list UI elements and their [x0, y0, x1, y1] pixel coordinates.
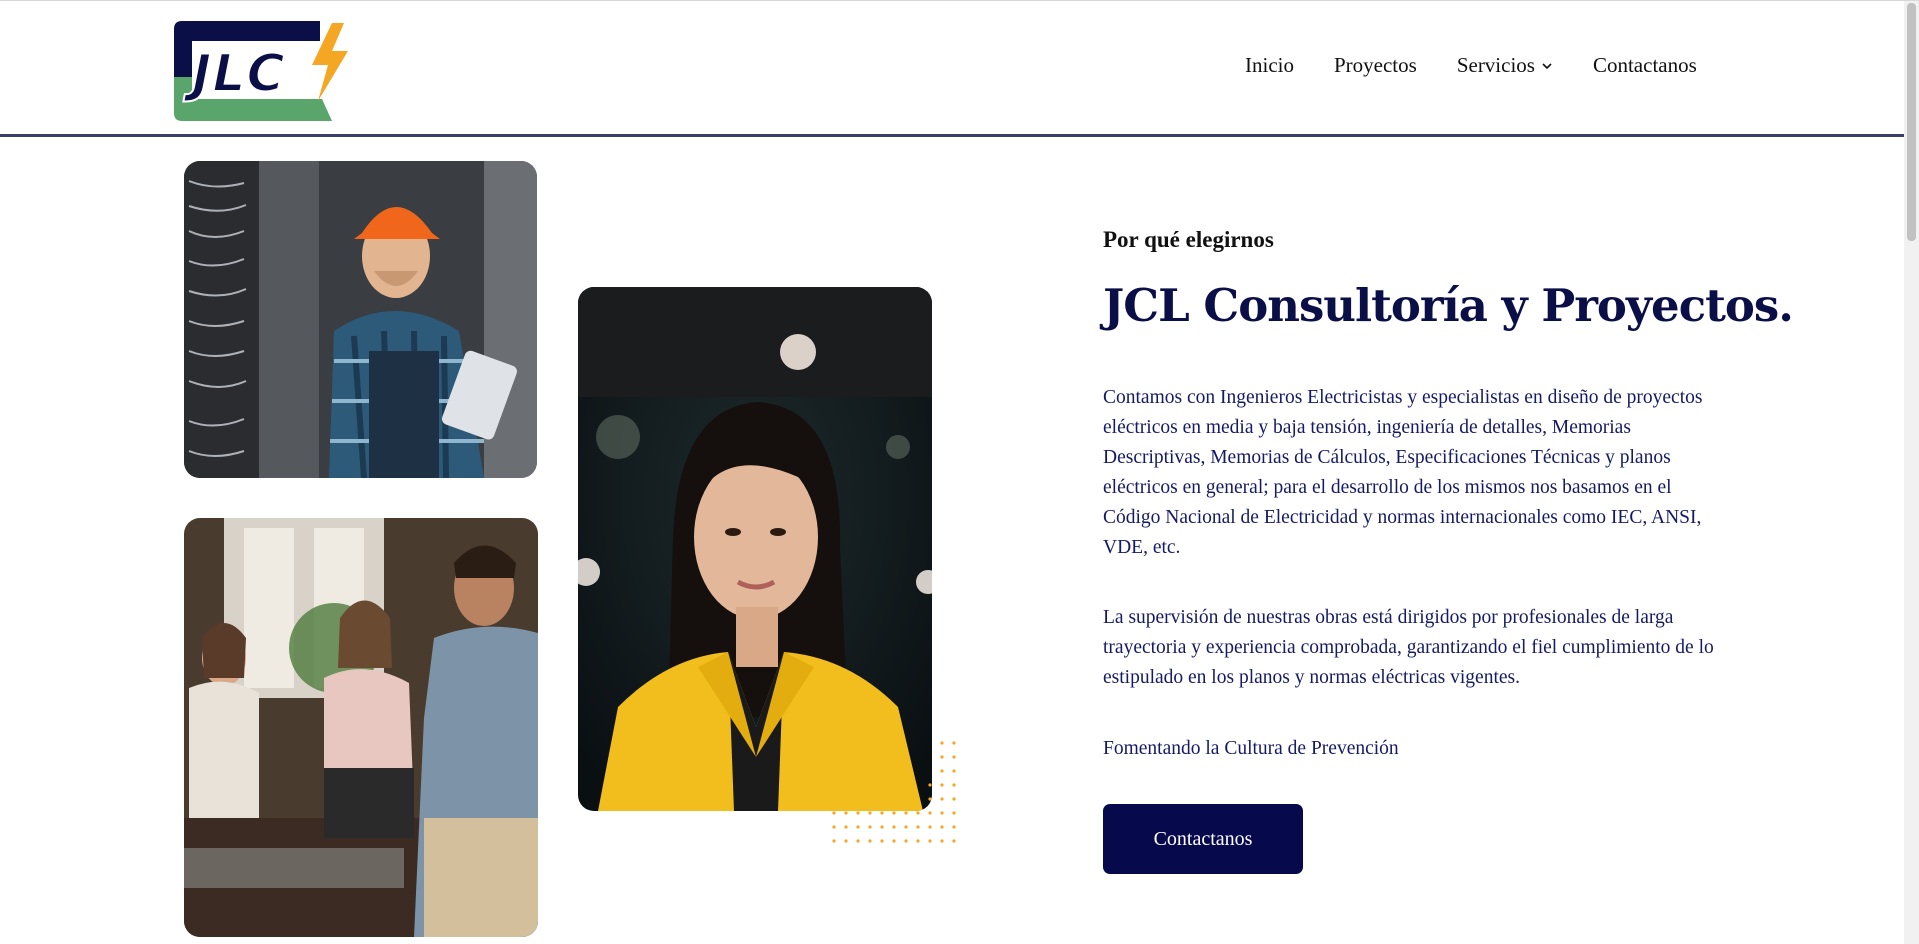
- section-title: JCL Consultoría y Proyectos.: [1103, 279, 1794, 332]
- jlc-logo[interactable]: JLC: [172, 21, 350, 121]
- electrician-photo: [184, 161, 537, 478]
- chevron-down-icon: [1542, 62, 1552, 69]
- description-paragraph-1: Contamos con Ingenieros Electricistas y …: [1103, 387, 1703, 558]
- nav-item-inicio[interactable]: Inicio: [1245, 53, 1294, 78]
- nav-item-label: Servicios: [1456, 53, 1535, 77]
- section-eyebrow: Por qué elegirnos: [1103, 227, 1274, 252]
- page-scrollbar[interactable]: [1904, 1, 1919, 944]
- prevention-tagline: Fomentando la Cultura de Prevención: [1103, 738, 1399, 759]
- nav-item-servicios[interactable]: Servicios: [1457, 53, 1553, 78]
- main-nav: Inicio Proyectos Servicios Contactanos: [1245, 53, 1697, 78]
- svg-text:JLC: JLC: [183, 44, 286, 104]
- decorative-dot-grid: [832, 741, 956, 843]
- nav-item-proyectos[interactable]: Proyectos: [1334, 53, 1417, 78]
- professional-woman-photo: [578, 287, 932, 811]
- nav-item-contactanos[interactable]: Contactanos: [1593, 53, 1697, 78]
- nav-item-label: Proyectos: [1333, 53, 1417, 77]
- contact-button[interactable]: Contactanos: [1103, 804, 1303, 874]
- description-paragraph-2: La supervisión de nuestras obras está di…: [1103, 607, 1714, 688]
- nav-item-label: Inicio: [1245, 53, 1294, 77]
- scrollbar-thumb[interactable]: [1907, 3, 1916, 241]
- site-header: JLC Inicio Proyectos Servicios Contactan…: [0, 1, 1904, 137]
- nav-item-label: Contactanos: [1592, 53, 1697, 77]
- team-meeting-photo: [184, 518, 538, 937]
